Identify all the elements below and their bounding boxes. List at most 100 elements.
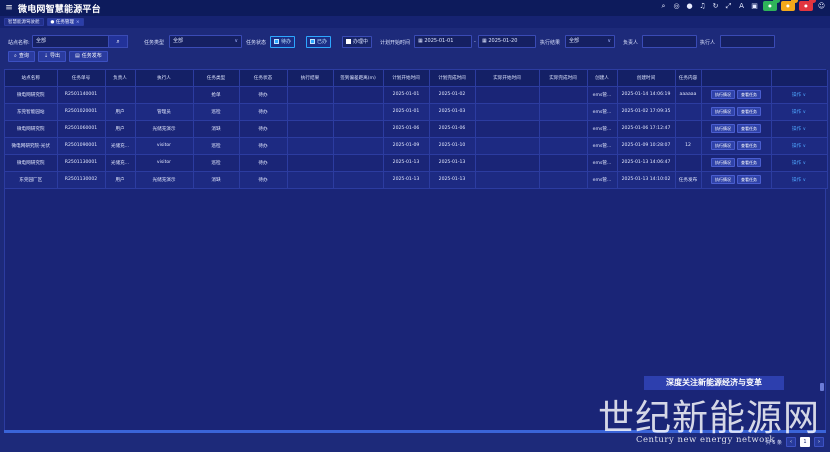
- view-task-button[interactable]: 查看任务: [737, 141, 761, 150]
- date-to-value: 2025-01-20: [488, 38, 518, 44]
- status-doing-checkbox[interactable]: 办理中: [342, 36, 373, 48]
- exec-status-button[interactable]: 执行情况: [711, 107, 735, 116]
- date-from-value: 2025-01-01: [424, 38, 454, 44]
- prev-page-button[interactable]: ‹: [786, 437, 796, 447]
- github-icon[interactable]: ●: [685, 2, 694, 11]
- cell-act-end: [539, 154, 588, 172]
- cell-site: 微电网研究院-光伏: [5, 137, 58, 155]
- download-icon: ⇣: [43, 53, 49, 59]
- table-row[interactable]: 微电网研究院-光伏 R2501090001 光储充... visitor 巡检 待办 202…: [5, 137, 828, 155]
- theme-icon[interactable]: ▣: [750, 2, 759, 11]
- table-row[interactable]: 东莞园厂区 R2501130002 用户 光储充演示 消缺 待办 2025-01-13 202…: [5, 171, 828, 189]
- operation-dropdown[interactable]: 操作 ∨: [792, 161, 806, 166]
- page-number-button[interactable]: 1: [800, 437, 810, 447]
- date-to-input[interactable]: ▦ 2025-01-20: [478, 35, 536, 48]
- user-avatar-icon[interactable]: ☺: [817, 2, 826, 11]
- col-task-status[interactable]: 任务状态: [239, 70, 288, 87]
- table-row[interactable]: 微电网研究院 R2501140001 抢单 待办 2025-01-01 2025-01-0…: [5, 86, 828, 104]
- col-executor[interactable]: 执行人: [135, 70, 194, 87]
- cell-dist: [333, 137, 384, 155]
- col-actual-start[interactable]: 实际开始时间: [475, 70, 540, 87]
- query-button[interactable]: ⌕ 查询: [8, 51, 35, 62]
- col-plan-end[interactable]: 计划完成时间: [429, 70, 476, 87]
- col-task-type[interactable]: 任务类型: [193, 70, 240, 87]
- exec-status-button[interactable]: 执行情况: [711, 124, 735, 133]
- tab-energy-cockpit[interactable]: 智慧能源驾驶舱: [4, 18, 44, 26]
- operation-dropdown[interactable]: 操作 ∨: [792, 127, 806, 132]
- cell-dist: [333, 154, 384, 172]
- exec-status-button[interactable]: 执行情况: [711, 175, 735, 184]
- executor-input[interactable]: [720, 35, 775, 48]
- publish-task-button[interactable]: ▤ 任务发布: [69, 51, 108, 62]
- globe-icon[interactable]: ◎: [672, 2, 681, 11]
- site-search-button[interactable]: ⌕: [108, 35, 128, 48]
- next-page-button[interactable]: ›: [814, 437, 824, 447]
- tab-task-management[interactable]: ● 任务管理 ×: [46, 18, 84, 26]
- search-icon[interactable]: ⌕: [659, 2, 668, 11]
- cell-created: 2025-01-02 17:09:35: [617, 103, 676, 121]
- operation-dropdown[interactable]: 操作 ∨: [792, 110, 806, 115]
- export-button[interactable]: ⇣ 导出: [37, 51, 67, 62]
- filter-bar: 站点名称: 全部 ⌕ 任务类型 全部 ∨ 任务状态 待办 已办 办理中 计划开始时…: [0, 34, 830, 50]
- col-plan-start[interactable]: 计划开始时间: [383, 70, 430, 87]
- cell-content: 任务发布: [675, 171, 702, 189]
- date-from-input[interactable]: ▦ 2025-01-01: [414, 35, 472, 48]
- col-actual-end[interactable]: 实际完成时间: [539, 70, 588, 87]
- refresh-icon[interactable]: ↻: [711, 2, 720, 11]
- col-exec-result[interactable]: 执行结果: [287, 70, 334, 87]
- col-created-time[interactable]: 创建时间: [617, 70, 676, 87]
- fullscreen-icon[interactable]: ⤢: [724, 2, 733, 11]
- site-input[interactable]: 全部: [32, 35, 110, 48]
- view-task-button[interactable]: 查看任务: [737, 107, 761, 116]
- cell-creator: ems管...: [587, 154, 618, 172]
- cell-result: [287, 86, 334, 104]
- notice-button-green[interactable]: ●: [763, 0, 780, 11]
- owner-label: 负责人: [623, 40, 639, 46]
- notice-button-orange[interactable]: ●: [781, 0, 798, 11]
- table-row[interactable]: 微电网研究院 R2501130001 光储充... visitor 巡检 待办 2025-0…: [5, 154, 828, 172]
- operation-dropdown[interactable]: 操作 ∨: [792, 144, 806, 149]
- executor-label: 执行人: [700, 40, 716, 46]
- operation-dropdown[interactable]: 操作 ∨: [792, 178, 806, 183]
- cell-plan-end: 2025-01-02: [429, 86, 476, 104]
- volume-icon[interactable]: ♫: [698, 2, 707, 11]
- vertical-scrollbar[interactable]: [820, 383, 824, 391]
- menu-icon[interactable]: ≡: [2, 3, 16, 13]
- cell-act-start: [475, 171, 540, 189]
- exec-result-label: 执行结果: [540, 40, 561, 46]
- col-owner[interactable]: 负责人: [105, 70, 136, 87]
- table-row[interactable]: 微电网研究院 R2501060001 用户 光储充演示 消缺 待办 2025-01-06 20…: [5, 120, 828, 138]
- exec-status-button[interactable]: 执行情况: [711, 90, 735, 99]
- col-site[interactable]: 站点名称: [5, 70, 58, 87]
- document-icon: ▤: [75, 53, 80, 59]
- cell-type: 消缺: [193, 171, 240, 189]
- col-checkin-distance[interactable]: 签到偏差距离(m): [333, 70, 384, 87]
- cell-no: R2501090001: [57, 137, 106, 155]
- total-count: 共 6 条: [765, 439, 782, 446]
- site-value: 全部: [36, 38, 47, 44]
- owner-input[interactable]: [642, 35, 697, 48]
- col-task-content[interactable]: 任务内容: [675, 70, 702, 87]
- operation-dropdown[interactable]: 操作 ∨: [792, 93, 806, 98]
- col-creator[interactable]: 创建人: [587, 70, 618, 87]
- font-size-icon[interactable]: A: [737, 2, 746, 11]
- exec-status-button[interactable]: 执行情况: [711, 141, 735, 150]
- status-pending-checkbox[interactable]: 待办: [270, 36, 296, 48]
- status-done-checkbox[interactable]: 已办: [306, 36, 332, 48]
- cell-result: [287, 171, 334, 189]
- exec-result-select[interactable]: 全部 ∨: [565, 35, 615, 48]
- task-type-select[interactable]: 全部 ∨: [169, 35, 242, 48]
- view-task-button[interactable]: 查看任务: [737, 124, 761, 133]
- cell-no: R2501130002: [57, 171, 106, 189]
- notice-button-red[interactable]: ●: [799, 0, 816, 11]
- table-row[interactable]: 东莞智能园站 R2501020001 用户 管理员 巡检 待办 2025-01-01 2025…: [5, 103, 828, 121]
- col-task-no[interactable]: 任务单号: [57, 70, 106, 87]
- exec-status-button[interactable]: 执行情况: [711, 158, 735, 167]
- view-task-button[interactable]: 查看任务: [737, 175, 761, 184]
- view-task-button[interactable]: 查看任务: [737, 158, 761, 167]
- publish-label: 任务发布: [81, 53, 102, 59]
- date-separator: -: [474, 39, 476, 45]
- view-task-button[interactable]: 查看任务: [737, 90, 761, 99]
- cell-act-end: [539, 103, 588, 121]
- close-icon[interactable]: ×: [76, 20, 80, 25]
